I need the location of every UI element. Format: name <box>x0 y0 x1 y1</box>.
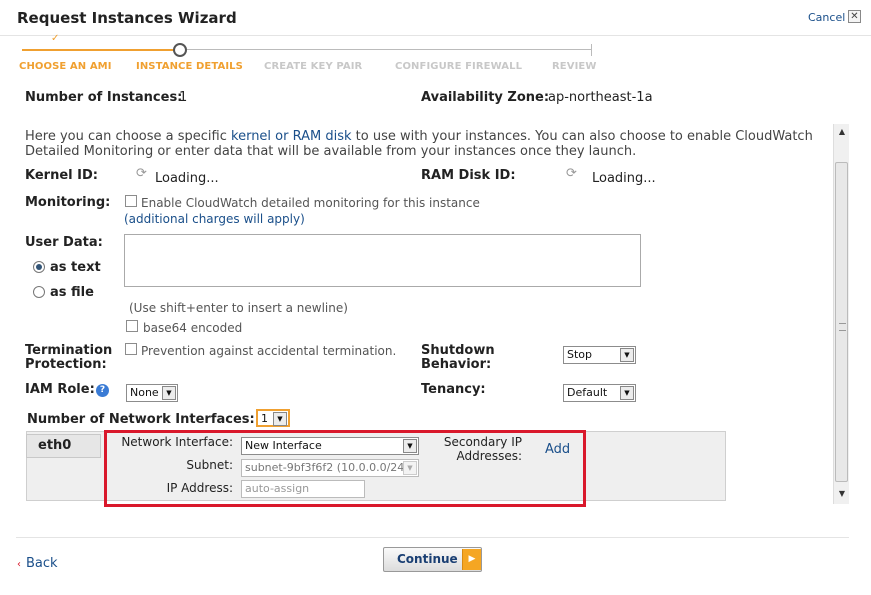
loading-spinner-icon: ⟳ <box>136 166 147 181</box>
back-label: Back <box>26 556 58 571</box>
tenancy-select-value: Default <box>567 386 608 399</box>
base64-checkbox[interactable] <box>126 320 138 332</box>
zone-label: Availability Zone: <box>421 90 550 105</box>
scrollbar-grip-icon <box>839 323 846 331</box>
iam-role-select[interactable]: None ▼ <box>126 384 178 402</box>
step-choose-ami: CHOOSE AN AMI <box>19 61 112 72</box>
step-review: REVIEW <box>552 61 597 72</box>
loading-spinner-icon: ⟳ <box>566 166 577 181</box>
termination-label-line2: Protection: <box>25 357 107 372</box>
kernel-value: Loading... <box>155 171 219 186</box>
dropdown-arrow-icon: ▼ <box>620 386 634 400</box>
close-icon[interactable]: ✕ <box>848 10 861 23</box>
checkmark-icon: ✓ <box>51 33 60 44</box>
back-link[interactable]: ‹ Back <box>17 556 58 571</box>
help-icon[interactable]: ? <box>96 384 109 397</box>
as-text-radio[interactable] <box>33 261 45 273</box>
highlight-box <box>104 430 586 507</box>
dropdown-arrow-icon: ▼ <box>620 348 634 362</box>
continue-button[interactable]: Continue ▶ <box>383 547 482 572</box>
intro-part1: Here you can choose a specific <box>25 129 232 144</box>
monitoring-checkbox-label: Enable CloudWatch detailed monitoring fo… <box>141 196 480 210</box>
tab-eth0[interactable]: eth0 <box>26 434 101 458</box>
progress-track-done <box>22 49 174 51</box>
shutdown-label-line1: Shutdown <box>421 343 495 358</box>
step-configure-firewall: CONFIGURE FIREWALL <box>395 61 523 72</box>
tenancy-label: Tenancy: <box>421 382 486 397</box>
current-step-marker-icon <box>173 43 187 57</box>
vertical-scrollbar[interactable]: ▲ ▼ <box>833 124 849 504</box>
shutdown-select-value: Stop <box>567 348 593 361</box>
termination-label: Termination Protection: <box>25 344 112 372</box>
kernel-label: Kernel ID: <box>25 168 98 183</box>
ramdisk-label: RAM Disk ID: <box>421 168 516 183</box>
footer-divider <box>16 537 849 538</box>
user-data-hint: (Use shift+enter to insert a newline) <box>129 301 348 315</box>
scrollbar-thumb[interactable] <box>835 162 848 482</box>
monitoring-charges-note: (additional charges will apply) <box>124 212 305 226</box>
as-file-radio[interactable] <box>33 286 45 298</box>
progress-track-end <box>591 44 592 56</box>
iam-role-select-value: None <box>130 386 159 399</box>
back-arrow-icon: ‹ <box>17 559 21 570</box>
network-interfaces-select-value: 1 <box>261 412 268 425</box>
iam-role-label: IAM Role: <box>25 382 95 397</box>
intro-text: Here you can choose a specific kernel or… <box>25 129 825 159</box>
instances-value: 1 <box>179 90 188 105</box>
wizard-title: Request Instances Wizard <box>17 9 237 27</box>
ramdisk-value: Loading... <box>592 171 656 186</box>
scroll-up-arrow-icon[interactable]: ▲ <box>834 124 850 140</box>
continue-label: Continue <box>397 552 458 566</box>
shutdown-label-line2: Behavior: <box>421 357 492 372</box>
dropdown-arrow-icon: ▼ <box>162 386 176 400</box>
instances-label: Number of Instances: <box>25 90 183 105</box>
monitoring-checkbox[interactable] <box>125 195 137 207</box>
monitoring-label: Monitoring: <box>25 195 111 210</box>
shutdown-select[interactable]: Stop ▼ <box>563 346 636 364</box>
termination-checkbox[interactable] <box>125 343 137 355</box>
cancel-link[interactable]: Cancel <box>808 11 845 24</box>
termination-checkbox-label: Prevention against accidental terminatio… <box>141 344 397 358</box>
dropdown-arrow-icon: ▼ <box>273 412 287 426</box>
play-arrow-icon: ▶ <box>462 549 481 570</box>
kernel-ramdisk-link[interactable]: kernel or RAM disk <box>231 129 352 144</box>
shutdown-label: Shutdown Behavior: <box>421 344 495 372</box>
network-interfaces-select[interactable]: 1 ▼ <box>256 409 290 427</box>
tenancy-select[interactable]: Default ▼ <box>563 384 636 402</box>
zone-value: ap-northeast-1a <box>548 90 653 105</box>
user-data-textarea[interactable] <box>124 234 641 287</box>
network-interfaces-label: Number of Network Interfaces: <box>27 412 255 427</box>
step-instance-details: INSTANCE DETAILS <box>136 61 243 72</box>
as-text-label: as text <box>50 260 101 275</box>
user-data-label: User Data: <box>25 235 103 250</box>
as-file-label: as file <box>50 285 94 300</box>
base64-label: base64 encoded <box>143 321 243 335</box>
step-create-key-pair: CREATE KEY PAIR <box>264 61 363 72</box>
scroll-down-arrow-icon[interactable]: ▼ <box>834 486 850 502</box>
termination-label-line1: Termination <box>25 343 113 358</box>
